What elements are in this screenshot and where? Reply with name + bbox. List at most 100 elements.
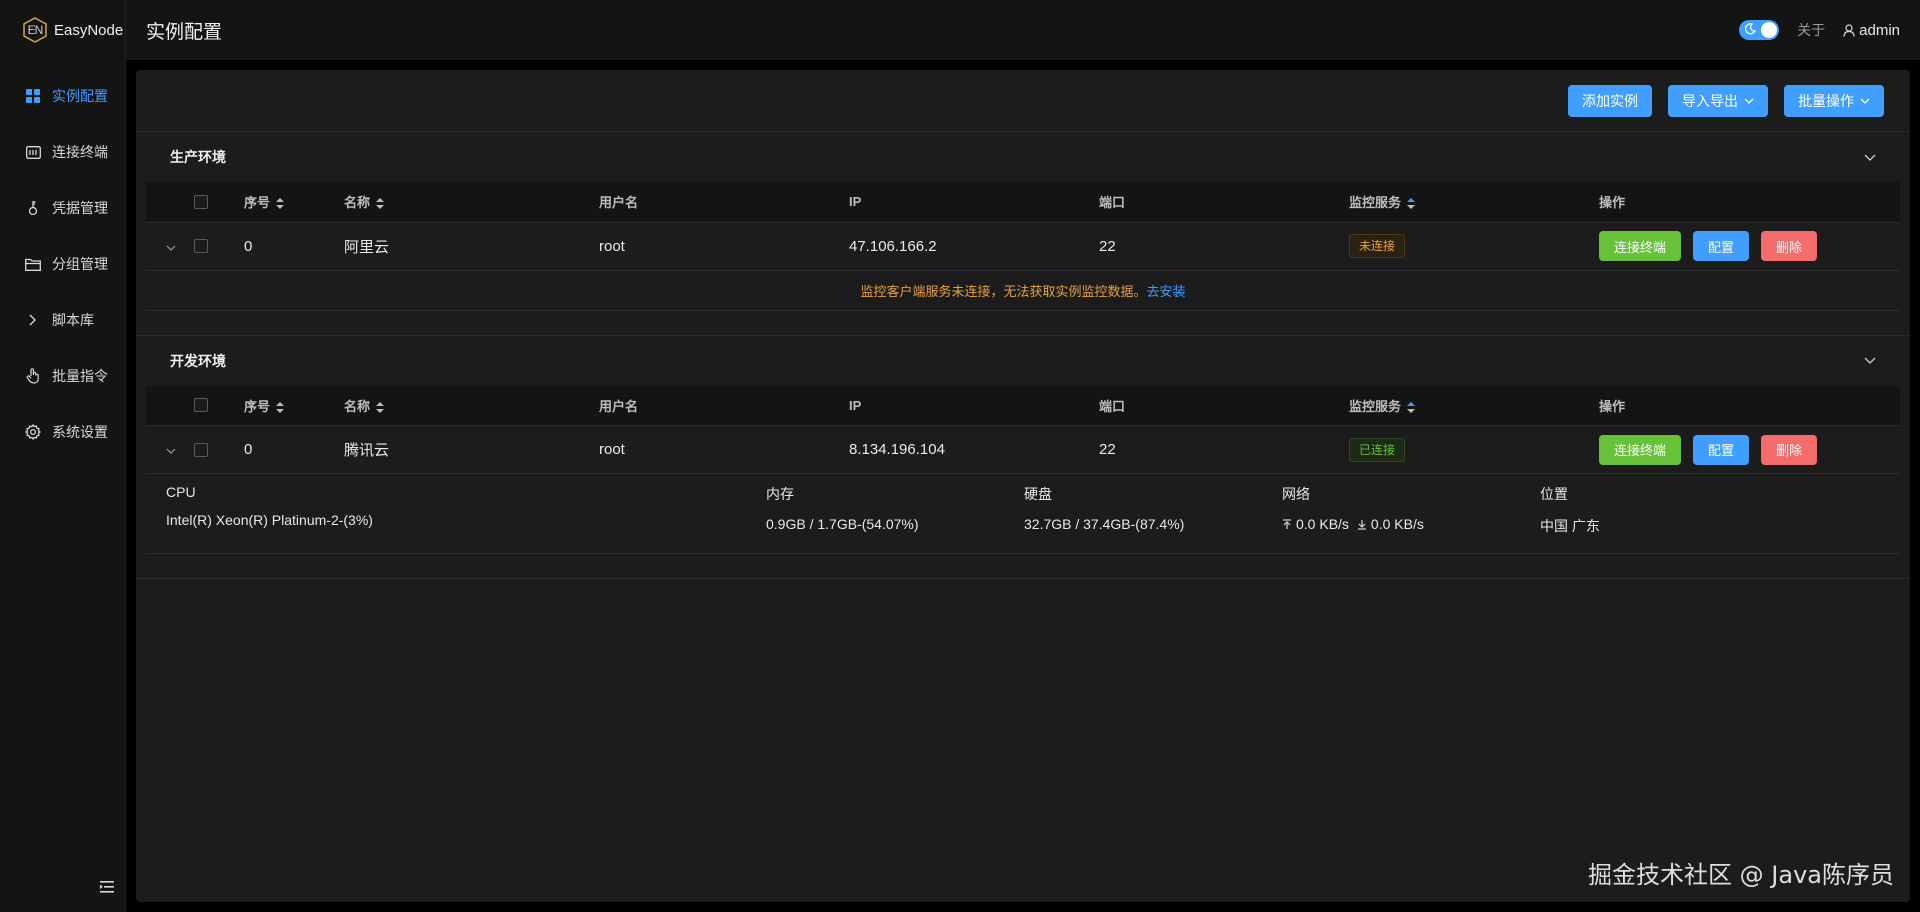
row-checkbox[interactable] (194, 442, 208, 457)
top-header: 实例配置 关于 admin (126, 0, 1920, 60)
select-all-checkbox[interactable] (194, 194, 208, 209)
cell-ip: 8.134.196.104 (849, 425, 1099, 474)
sidebar-item-scripts[interactable]: 脚本库 (0, 292, 125, 348)
username: admin (1859, 21, 1900, 39)
batch-operations-dropdown[interactable]: 批量操作 (1784, 84, 1884, 117)
table-row: 0 腾讯云 root 8.134.196.104 22 已连接 连接终端 配置 … (146, 425, 1900, 474)
stat-cpu: CPU Intel(R) Xeon(R) Platinum-2-(3%) (166, 484, 373, 528)
stat-memory: 内存 0.9GB / 1.7GB-(54.07%) (766, 486, 919, 532)
group-title: 开发环境 (170, 352, 226, 369)
cell-port: 22 (1099, 425, 1349, 474)
main-panel: 添加实例 导入导出 批量操作 生产环境 序号 名称 用户名 IP 端口 监控服务… (136, 70, 1910, 902)
sidebar-item-label: 连接终端 (52, 144, 108, 160)
column-header-monitor[interactable]: 监控服务 (1349, 385, 1599, 426)
chevron-down-icon[interactable] (1864, 357, 1876, 364)
monitor-warning: 监控客户端服务未连接，无法获取实例监控数据。 去安装 (146, 271, 1900, 311)
connect-terminal-button[interactable]: 连接终端 (1599, 231, 1682, 261)
sidebar-item-terminal[interactable]: 连接终端 (0, 124, 125, 180)
group-header[interactable]: 生产环境 (146, 132, 1900, 182)
chevron-right-icon (24, 311, 42, 329)
column-header-actions: 操作 (1599, 182, 1900, 223)
sidebar-item-groups[interactable]: 分组管理 (0, 236, 125, 292)
user-menu[interactable]: admin (1843, 22, 1900, 39)
collapse-sidebar-icon[interactable] (100, 880, 116, 896)
cell-ip: 47.106.166.2 (849, 222, 1099, 271)
hand-pointer-icon (24, 367, 42, 385)
column-header-ip: IP (849, 385, 1099, 426)
gear-icon (24, 423, 42, 441)
group-title: 生产环境 (170, 149, 226, 165)
connect-terminal-button[interactable]: 连接终端 (1599, 434, 1682, 465)
cell-username: root (599, 425, 849, 474)
sidebar-item-label: 凭据管理 (52, 200, 108, 216)
delete-button[interactable]: 删除 (1761, 231, 1818, 261)
sidebar-item-instances[interactable]: 实例配置 (0, 68, 125, 124)
instance-table: 序号 名称 用户名 IP 端口 监控服务 操作 0 阿里云 root 47.10… (146, 182, 1900, 271)
toolbar: 添加实例 导入导出 批量操作 (136, 70, 1910, 132)
column-header-port: 端口 (1099, 385, 1349, 426)
cell-index: 0 (244, 222, 344, 271)
about-link[interactable]: 关于 (1797, 20, 1825, 40)
column-header-index[interactable]: 序号 (244, 182, 344, 223)
column-header-username: 用户名 (599, 182, 849, 223)
net-download: 0.0 KB/s (1370, 516, 1424, 532)
moon-icon (1745, 23, 1757, 35)
net-upload: 0.0 KB/s (1296, 516, 1349, 532)
column-header-name[interactable]: 名称 (344, 385, 599, 426)
cell-port: 22 (1099, 222, 1349, 271)
app-name: EasyNode (54, 21, 124, 39)
dark-mode-toggle[interactable] (1739, 20, 1780, 40)
chevron-down-icon[interactable] (1864, 154, 1876, 161)
sidebar-menu: 实例配置 连接终端 凭据管理 分组管理 脚本库 批量指令 系统设置 (0, 68, 125, 460)
terminal-icon (24, 143, 42, 161)
group-header[interactable]: 开发环境 (146, 336, 1900, 386)
select-all-checkbox[interactable] (194, 398, 208, 413)
key-icon (24, 199, 42, 217)
group-development: 开发环境 序号 名称 用户名 IP 端口 监控服务 操作 0 腾讯云 root … (136, 336, 1910, 579)
page-title: 实例配置 (146, 21, 223, 43)
table-row: 0 阿里云 root 47.106.166.2 22 未连接 连接终端 配置 删… (146, 222, 1900, 271)
expand-row-icon[interactable] (166, 245, 176, 251)
sort-icon (276, 401, 285, 413)
grid-icon (24, 87, 42, 105)
sidebar-item-settings[interactable]: 系统设置 (0, 404, 125, 460)
column-header-username: 用户名 (599, 385, 849, 426)
sort-icon (376, 401, 385, 413)
import-export-dropdown[interactable]: 导入导出 (1668, 84, 1768, 117)
column-header-ip: IP (849, 182, 1099, 223)
sidebar-item-batch-commands[interactable]: 批量指令 (0, 348, 125, 404)
delete-button[interactable]: 删除 (1761, 434, 1818, 465)
stat-disk: 硬盘 32.7GB / 37.4GB-(87.4%) (1024, 486, 1185, 532)
table-header-row: 序号 名称 用户名 IP 端口 监控服务 操作 (146, 182, 1900, 223)
sidebar: EN EasyNode 实例配置 连接终端 凭据管理 分组管理 脚本库 批量指令… (0, 0, 126, 912)
group-production: 生产环境 序号 名称 用户名 IP 端口 监控服务 操作 0 阿里云 root … (136, 132, 1910, 336)
column-header-monitor[interactable]: 监控服务 (1349, 182, 1599, 223)
add-instance-button[interactable]: 添加实例 (1568, 84, 1652, 117)
download-icon (1357, 519, 1366, 530)
expand-row-icon[interactable] (166, 448, 176, 454)
cell-name: 腾讯云 (344, 425, 599, 474)
config-button[interactable]: 配置 (1693, 434, 1750, 465)
sort-icon (1407, 401, 1416, 413)
column-header-name[interactable]: 名称 (344, 182, 599, 223)
cell-index: 0 (244, 425, 344, 474)
sidebar-item-label: 实例配置 (52, 88, 108, 104)
sidebar-item-label: 批量指令 (52, 368, 108, 384)
row-checkbox[interactable] (194, 239, 208, 253)
stat-location: 位置 中国 广东 (1540, 486, 1600, 534)
status-badge: 未连接 (1349, 234, 1406, 258)
table-header-row: 序号 名称 用户名 IP 端口 监控服务 操作 (146, 385, 1900, 426)
app-logo[interactable]: EN EasyNode (0, 0, 125, 60)
column-header-index[interactable]: 序号 (244, 385, 344, 426)
sidebar-item-label: 分组管理 (52, 256, 108, 272)
cell-username: root (599, 222, 849, 271)
sidebar-item-label: 系统设置 (52, 424, 108, 440)
sidebar-item-credentials[interactable]: 凭据管理 (0, 180, 125, 236)
instance-stats: CPU Intel(R) Xeon(R) Platinum-2-(3%) 内存 … (146, 474, 1900, 554)
install-link[interactable]: 去安装 (1147, 281, 1186, 300)
sort-icon (376, 198, 385, 210)
stat-network: 网络 0.0 KB/s 0.0 KB/s (1282, 486, 1424, 532)
cell-name: 阿里云 (344, 222, 599, 271)
config-button[interactable]: 配置 (1693, 231, 1750, 261)
column-header-port: 端口 (1099, 182, 1349, 223)
